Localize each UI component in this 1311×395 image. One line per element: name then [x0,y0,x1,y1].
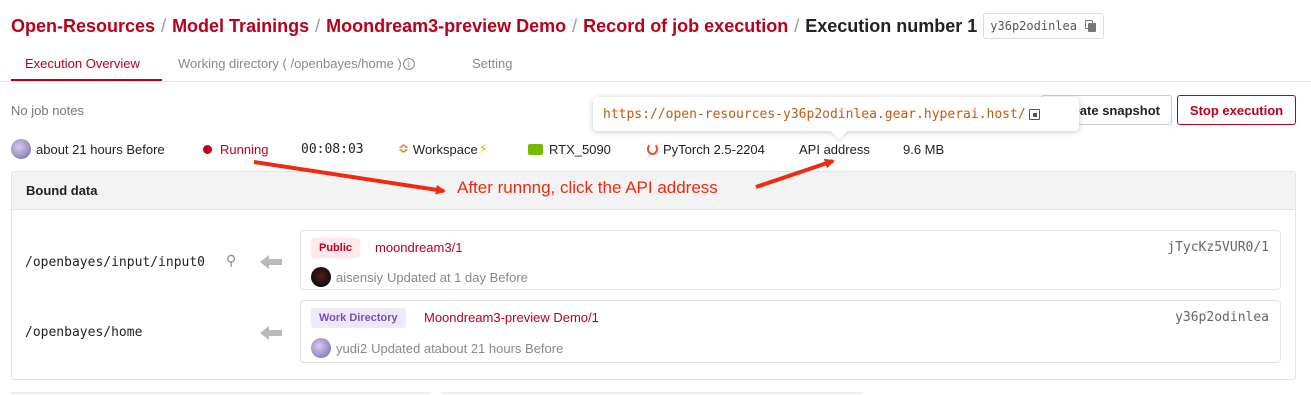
annotation-arrow-left [253,160,446,195]
annotation-arrow-right [755,158,835,189]
annotation-label: After runnng, click the API address [457,178,718,197]
